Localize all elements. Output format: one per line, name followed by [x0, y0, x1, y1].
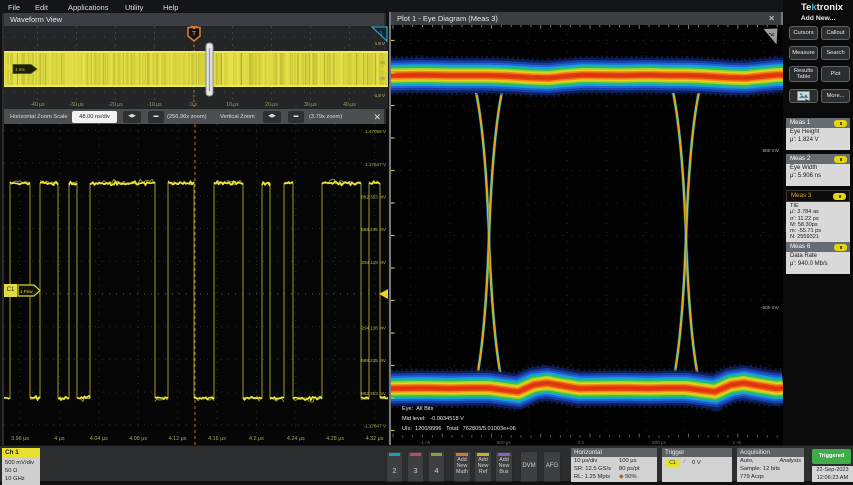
svg-text:-882.353 mV: -882.353 mV: [360, 391, 387, 396]
svg-text:T: T: [192, 31, 196, 38]
svg-text:4.08 μs: 4.08 μs: [129, 436, 147, 442]
svg-text:0 s: 0 s: [190, 102, 197, 108]
svg-text:-28: -28: [379, 60, 386, 65]
svg-text:4.24 μs: 4.24 μs: [287, 436, 305, 442]
svg-text:-40 μs: -40 μs: [30, 102, 45, 108]
svg-text:882.353 mV: 882.353 mV: [361, 195, 387, 200]
svg-text:-09: -09: [379, 76, 386, 81]
svg-text:-10 μs: -10 μs: [147, 102, 162, 108]
svg-text:Eye: All Bits: Eye: All Bits: [402, 406, 434, 412]
svg-text:1 Few: 1 Few: [20, 289, 33, 294]
svg-text:1.17647 V: 1.17647 V: [365, 162, 387, 167]
svg-text:-588.235 mV: -588.235 mV: [360, 358, 387, 363]
svg-text:4 μs: 4 μs: [54, 436, 65, 442]
svg-text:1 ms: 1 ms: [15, 67, 26, 72]
svg-text:UIs: 1200/9996 Total: 7628: UIs: 1200/9996 Total: 762805/5.01003e+06: [402, 426, 516, 432]
svg-text:4.32 μs: 4.32 μs: [366, 436, 384, 442]
svg-text:4.28 μs: 4.28 μs: [326, 436, 344, 442]
svg-text:20 μs: 20 μs: [265, 102, 278, 108]
svg-text:-500 mV: -500 mV: [761, 305, 780, 311]
svg-text:-30 μs: -30 μs: [69, 102, 84, 108]
svg-text:1: 1: [380, 31, 383, 37]
svg-text:500 mV: 500 mV: [762, 148, 779, 154]
svg-text:-1.17647 V: -1.17647 V: [364, 424, 387, 429]
svg-text:10 μs: 10 μs: [226, 102, 239, 108]
svg-text:4.12 μs: 4.12 μs: [169, 436, 187, 442]
svg-text:Mid level: -0.0034518 V: Mid level: -0.0034518 V: [402, 416, 464, 422]
svg-text:30 μs: 30 μs: [304, 102, 317, 108]
svg-text:3.96 μs: 3.96 μs: [11, 436, 29, 442]
svg-text:40 μs: 40 μs: [343, 102, 356, 108]
svg-text:294.118 mV: 294.118 mV: [362, 260, 387, 265]
svg-text:1.47059 V: 1.47059 V: [365, 129, 387, 134]
svg-text:-1.8 V: -1.8 V: [373, 93, 385, 98]
svg-text:-294.118 mV: -294.118 mV: [360, 325, 387, 330]
svg-text:588.235 mV: 588.235 mV: [361, 227, 387, 232]
svg-text:4.04 μs: 4.04 μs: [90, 436, 108, 442]
svg-text:4.16 μs: 4.16 μs: [208, 436, 226, 442]
svg-text:1.8 V: 1.8 V: [375, 41, 385, 46]
svg-text:4.2 μs: 4.2 μs: [249, 436, 264, 442]
svg-text:-20 μs: -20 μs: [108, 102, 123, 108]
